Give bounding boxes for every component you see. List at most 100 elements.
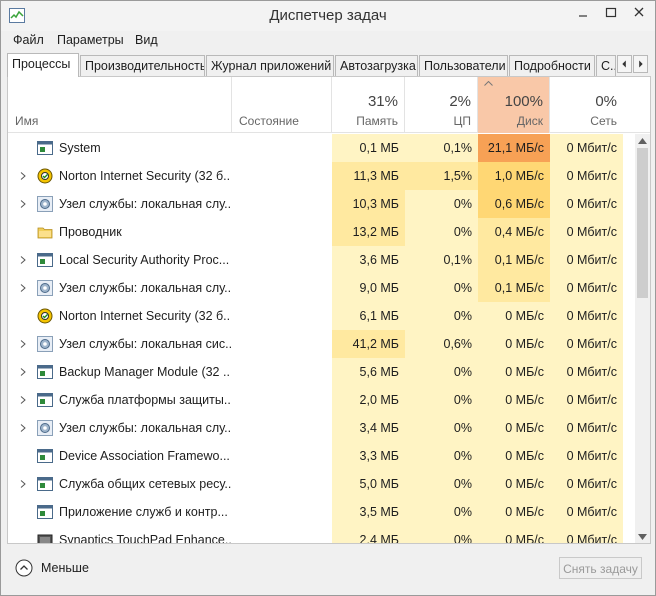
expand-arrow-icon[interactable]: [20, 368, 26, 376]
process-cpu: 0%: [405, 498, 478, 526]
explorer-folder-icon: [37, 227, 53, 239]
process-cpu: 0%: [405, 302, 478, 330]
process-cpu: 0%: [405, 470, 478, 498]
network-total-percent: 0%: [595, 93, 617, 110]
col-header-name[interactable]: Имя: [8, 77, 232, 133]
process-row[interactable]: Узел службы: локальная слу... 9,0 МБ 0% 0,1…: [8, 274, 635, 302]
expand-arrow-icon[interactable]: [20, 480, 26, 488]
process-row[interactable]: Узел службы: локальная сис... 41,2 МБ 0,6%…: [8, 330, 635, 358]
col-header-network[interactable]: 0% Сеть: [550, 77, 650, 133]
process-cpu: 1,5%: [405, 162, 478, 190]
tab-app-history[interactable]: Журнал приложений: [206, 55, 334, 76]
process-name: Служба платформы защиты...: [59, 393, 231, 407]
process-cpu: 0%: [405, 274, 478, 302]
expand-arrow-icon[interactable]: [20, 256, 26, 264]
process-row[interactable]: Norton Internet Security (32 б... 11,3 МБ…: [8, 162, 635, 190]
process-network: 0 Мбит/с: [550, 162, 623, 190]
process-cpu: 0,1%: [405, 134, 478, 162]
process-network: 0 Мбит/с: [550, 414, 623, 442]
system-window-icon: [37, 365, 53, 379]
process-memory: 5,6 МБ: [332, 358, 405, 386]
tab-processes[interactable]: Процессы: [7, 53, 79, 77]
process-memory: 13,2 МБ: [332, 218, 405, 246]
maximize-icon[interactable]: [599, 3, 623, 23]
menu-file[interactable]: Файл: [13, 33, 44, 47]
process-name: Узел службы: локальная слу...: [59, 281, 231, 295]
cpu-total-percent: 2%: [449, 93, 471, 110]
process-row[interactable]: Служба общих сетевых ресу... 5,0 МБ 0% 0 МБ…: [8, 470, 635, 498]
process-memory: 3,3 МБ: [332, 442, 405, 470]
process-row[interactable]: Служба платформы защиты... 2,0 МБ 0% 0 МБ/с…: [8, 386, 635, 414]
tab-performance[interactable]: Производительность: [80, 55, 205, 76]
process-row[interactable]: Local Security Authority Proc... 3,6 МБ 0,…: [8, 246, 635, 274]
tab-strip: Процессы Производительность Журнал прило…: [1, 53, 655, 77]
menu-options[interactable]: Параметры: [57, 33, 124, 47]
expand-arrow-icon[interactable]: [20, 424, 26, 432]
menu-bar: Файл Параметры Вид: [1, 31, 655, 51]
scroll-up-icon[interactable]: [638, 138, 647, 144]
tab-scroll-right-icon[interactable]: [633, 55, 648, 73]
service-gear-icon: [37, 196, 53, 212]
process-network: 0 Мбит/с: [550, 190, 623, 218]
tab-services[interactable]: С...: [596, 55, 616, 76]
expand-arrow-icon[interactable]: [20, 284, 26, 292]
expand-arrow-icon[interactable]: [20, 200, 26, 208]
column-header-row: Имя Состояние 31% Память 2% ЦП 100% Диск: [8, 77, 650, 133]
scrollbar-thumb[interactable]: [637, 148, 648, 298]
process-memory: 11,3 МБ: [332, 162, 405, 190]
expand-arrow-icon[interactable]: [20, 172, 26, 180]
vertical-scrollbar[interactable]: [635, 134, 650, 543]
process-list: System 0,1 МБ 0,1% 21,1 МБ/с 0 Мбит/с Norton …: [8, 134, 635, 544]
system-window-icon: [37, 253, 53, 267]
process-disk: 0,4 МБ/с: [478, 218, 550, 246]
process-memory: 3,5 МБ: [332, 498, 405, 526]
tab-users[interactable]: Пользователи: [419, 55, 508, 76]
process-row[interactable]: Norton Internet Security (32 б... 6,1 МБ 0…: [8, 302, 635, 330]
process-row[interactable]: Узел службы: локальная слу... 10,3 МБ 0% 0,…: [8, 190, 635, 218]
process-network: 0 Мбит/с: [550, 358, 623, 386]
menu-view[interactable]: Вид: [135, 33, 158, 47]
process-cpu: 0%: [405, 386, 478, 414]
process-disk: 0 МБ/с: [478, 470, 550, 498]
norton-icon: [37, 308, 53, 324]
process-row[interactable]: Приложение служб и контр... 3,5 МБ 0% 0 МБ/…: [8, 498, 635, 526]
process-disk: 0 МБ/с: [478, 330, 550, 358]
process-cpu: 0%: [405, 414, 478, 442]
process-network: 0 Мбит/с: [550, 330, 623, 358]
process-name: Узел службы: локальная слу...: [59, 421, 231, 435]
process-cpu: 0%: [405, 526, 478, 543]
process-network: 0 Мбит/с: [550, 442, 623, 470]
col-header-disk[interactable]: 100% Диск: [478, 77, 550, 133]
process-disk: 0 МБ/с: [478, 414, 550, 442]
col-header-status[interactable]: Состояние: [232, 77, 332, 133]
expand-arrow-icon[interactable]: [20, 396, 26, 404]
service-gear-icon: [37, 420, 53, 436]
service-gear-icon: [37, 336, 53, 352]
tab-startup[interactable]: Автозагрузка: [335, 55, 418, 76]
process-memory: 5,0 МБ: [332, 470, 405, 498]
end-task-button[interactable]: Снять задачу: [559, 557, 642, 579]
close-icon[interactable]: [627, 3, 651, 23]
col-header-memory[interactable]: 31% Память: [332, 77, 405, 133]
col-header-cpu[interactable]: 2% ЦП: [405, 77, 478, 133]
norton-icon: [37, 168, 53, 184]
process-row[interactable]: Проводник 13,2 МБ 0% 0,4 МБ/с 0 Мбит/с: [8, 218, 635, 246]
process-row[interactable]: System 0,1 МБ 0,1% 21,1 МБ/с 0 Мбит/с: [8, 134, 635, 162]
fewer-details-button[interactable]: Меньше: [15, 559, 105, 579]
process-name: Synaptics TouchPad Enhance...: [59, 533, 231, 544]
process-name: Узел службы: локальная слу...: [59, 197, 231, 211]
system-window-icon: [37, 449, 53, 463]
process-disk: 0,6 МБ/с: [478, 190, 550, 218]
process-disk: 1,0 МБ/с: [478, 162, 550, 190]
process-row[interactable]: Device Association Framewo... 3,3 МБ 0% 0 М…: [8, 442, 635, 470]
scroll-down-icon[interactable]: [638, 534, 647, 540]
process-row[interactable]: Backup Manager Module (32 ... 5,6 МБ 0% 0 М…: [8, 358, 635, 386]
process-row[interactable]: Synaptics TouchPad Enhance... 2,4 МБ 0% 0 М…: [8, 526, 635, 544]
tab-details[interactable]: Подробности: [509, 55, 595, 76]
tab-scroll-left-icon[interactable]: [617, 55, 632, 73]
process-row[interactable]: Узел службы: локальная слу... 3,4 МБ 0% 0 М…: [8, 414, 635, 442]
minimize-icon[interactable]: [571, 3, 595, 23]
process-network: 0 Мбит/с: [550, 526, 623, 543]
expand-arrow-icon[interactable]: [20, 340, 26, 348]
process-disk: 0,1 МБ/с: [478, 274, 550, 302]
